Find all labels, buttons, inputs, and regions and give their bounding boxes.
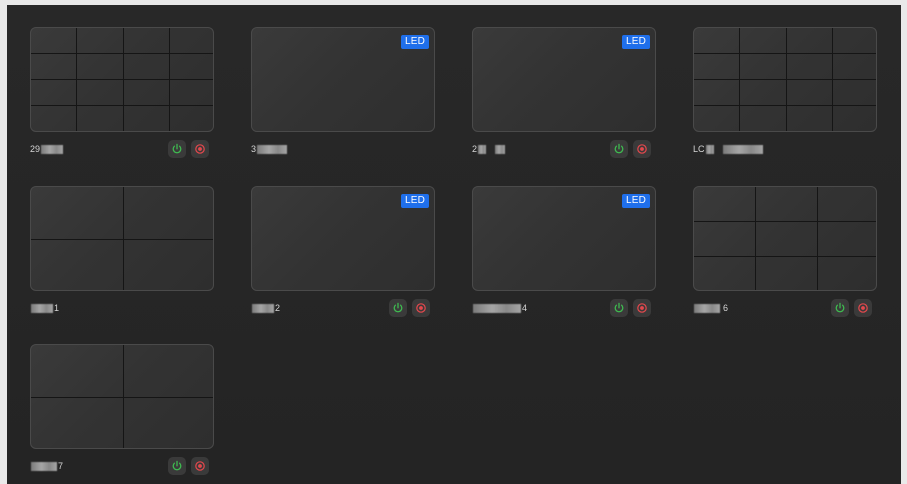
screen-name-prefix: 2	[472, 144, 478, 154]
screen-card-9[interactable]: 7	[30, 344, 216, 479]
led-badge: LED	[400, 35, 429, 49]
screen-preview[interactable]	[693, 186, 877, 291]
stop-button[interactable]	[633, 299, 651, 317]
screen-name-prefix: LC	[693, 144, 705, 154]
screen-name-suffix: 1	[54, 303, 60, 313]
stop-button[interactable]	[412, 299, 430, 317]
power-icon	[392, 302, 404, 314]
screen-card-5[interactable]: 1	[30, 186, 216, 321]
screen-preview[interactable]	[693, 27, 877, 132]
screen-preview[interactable]: LED	[472, 186, 656, 291]
screen-name: 6	[693, 303, 728, 313]
screen-preview[interactable]	[30, 27, 214, 132]
screen-card-4[interactable]: LC	[693, 27, 879, 162]
screen-name-suffix: 2	[275, 303, 281, 313]
screen-preview[interactable]	[30, 344, 214, 449]
screen-preview[interactable]	[30, 186, 214, 291]
screen-name-suffix: 7	[58, 461, 64, 471]
stop-button[interactable]	[191, 140, 209, 158]
screen-preview[interactable]: LED	[251, 27, 435, 132]
screen-name: 1	[30, 303, 59, 313]
power-button[interactable]	[610, 299, 628, 317]
power-icon	[171, 460, 183, 472]
screen-name: 4	[472, 303, 527, 313]
stop-icon	[194, 143, 206, 155]
power-icon	[171, 143, 183, 155]
power-icon	[834, 302, 846, 314]
screen-card-3[interactable]: LED 2	[472, 27, 658, 162]
screen-wall-panel: 29 LED 3 LED 2 LC 1 LED 2 LED 4 6 7	[7, 5, 901, 484]
screen-name-prefix: 3	[251, 144, 257, 154]
screen-card-8[interactable]: 6	[693, 186, 879, 321]
screen-name-prefix: 29	[30, 144, 41, 154]
stop-icon	[194, 460, 206, 472]
screen-card-1[interactable]: 29	[30, 27, 216, 162]
stop-icon	[857, 302, 869, 314]
power-button[interactable]	[168, 457, 186, 475]
screen-name: 7	[30, 461, 63, 471]
led-badge: LED	[621, 194, 650, 208]
stop-icon	[636, 143, 648, 155]
power-button[interactable]	[168, 140, 186, 158]
power-icon	[613, 302, 625, 314]
screen-name: 29	[30, 144, 64, 154]
power-button[interactable]	[610, 140, 628, 158]
stop-button[interactable]	[633, 140, 651, 158]
led-badge: LED	[621, 35, 650, 49]
stop-button[interactable]	[854, 299, 872, 317]
screen-name: 2	[251, 303, 280, 313]
screen-preview[interactable]: LED	[251, 186, 435, 291]
screen-name-suffix: 4	[522, 303, 528, 313]
screen-card-6[interactable]: LED 2	[251, 186, 437, 321]
screen-name: 2	[472, 144, 506, 154]
screen-card-2[interactable]: LED 3	[251, 27, 437, 162]
screen-name-suffix: 6	[723, 303, 729, 313]
screen-card-7[interactable]: LED 4	[472, 186, 658, 321]
screen-preview[interactable]: LED	[472, 27, 656, 132]
screen-name: LC	[693, 144, 764, 154]
stop-button[interactable]	[191, 457, 209, 475]
stop-icon	[415, 302, 427, 314]
power-button[interactable]	[831, 299, 849, 317]
led-badge: LED	[400, 194, 429, 208]
stop-icon	[636, 302, 648, 314]
power-icon	[613, 143, 625, 155]
power-button[interactable]	[389, 299, 407, 317]
screen-name: 3	[251, 144, 288, 154]
